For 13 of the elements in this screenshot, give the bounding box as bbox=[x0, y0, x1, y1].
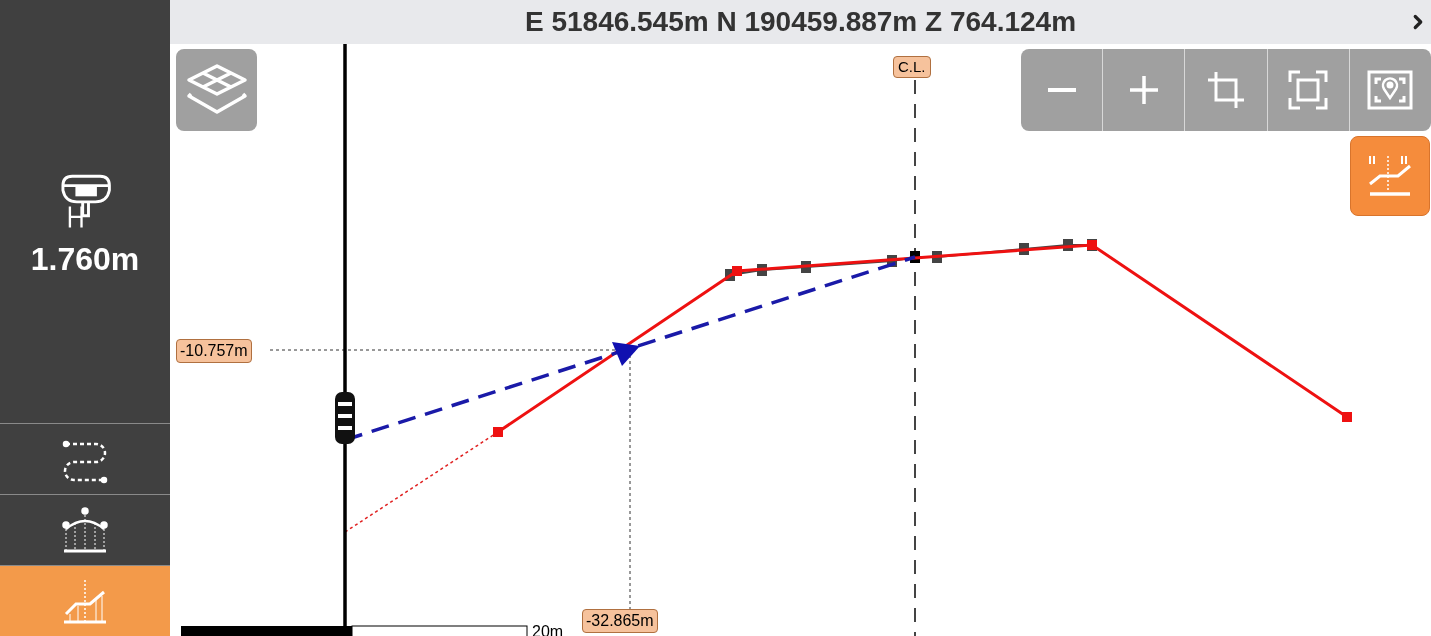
crop-icon bbox=[1206, 70, 1246, 110]
centerline-label: C.L. bbox=[893, 56, 931, 78]
profile-mode-button[interactable] bbox=[1350, 136, 1430, 216]
minus-icon bbox=[1047, 88, 1076, 92]
elevation-label: -10.757m bbox=[176, 339, 252, 363]
locate-icon bbox=[1367, 70, 1414, 110]
plus-icon bbox=[1129, 76, 1158, 104]
offset-label: -32.865m bbox=[582, 609, 658, 633]
antenna-height: 1.760m bbox=[30, 243, 140, 276]
fit-to-screen-icon bbox=[1288, 70, 1329, 110]
layers-button[interactable] bbox=[176, 49, 257, 131]
cross-section-icon bbox=[60, 504, 110, 555]
coordinates: E 51846.545m N 190459.887m Z 764.124m bbox=[524, 8, 1077, 36]
